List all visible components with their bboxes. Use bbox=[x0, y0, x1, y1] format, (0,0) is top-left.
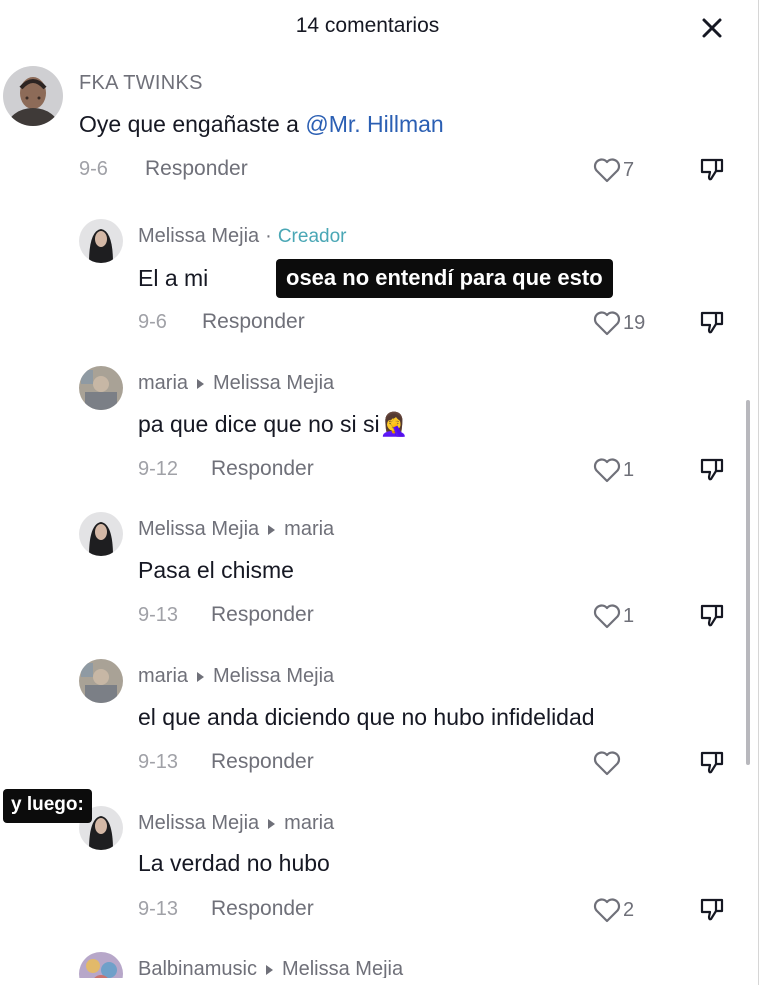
thumb-down-icon bbox=[700, 158, 724, 181]
comment-text: La verdad no hubo bbox=[138, 850, 330, 876]
reply-arrow-icon bbox=[197, 378, 205, 389]
username-label: Melissa Mejia bbox=[138, 812, 260, 834]
comment-username[interactable]: Melissa Mejia maria bbox=[138, 518, 334, 541]
video-caption-overlay-later: y luego: bbox=[3, 789, 92, 823]
comment-reply-item: Melissa Mejia maria Pasa el chisme 9-13 … bbox=[0, 508, 760, 638]
comment-text-body: Oye que engañaste a bbox=[79, 111, 306, 137]
reply-button[interactable]: Responder bbox=[211, 750, 314, 774]
thumb-down-icon bbox=[700, 458, 724, 481]
comment-date: 9-6 bbox=[138, 311, 167, 333]
like-button[interactable] bbox=[593, 750, 621, 776]
scrollbar[interactable] bbox=[746, 400, 750, 765]
like-count: 2 bbox=[623, 898, 635, 921]
comments-count-title: 14 comentarios bbox=[295, 14, 440, 37]
like-button[interactable]: 7 bbox=[593, 157, 634, 183]
comment-reply-item: maria Melissa Mejia pa que dice que no s… bbox=[0, 362, 760, 492]
comment-username[interactable]: Melissa Mejia · Creador bbox=[138, 225, 346, 248]
comment-username[interactable]: Melissa Mejia maria bbox=[138, 812, 334, 835]
comment-username[interactable]: maria Melissa Mejia bbox=[138, 372, 334, 395]
sheet-edge bbox=[758, 0, 768, 985]
reply-to-label: Melissa Mejia bbox=[213, 665, 335, 687]
reply-to-label: maria bbox=[284, 812, 335, 834]
like-count: 19 bbox=[623, 311, 646, 334]
thumb-down-icon bbox=[700, 311, 724, 334]
avatar[interactable] bbox=[79, 512, 123, 556]
like-count: 1 bbox=[623, 458, 635, 481]
video-caption-overlay: osea no entendí para que esto bbox=[276, 259, 613, 298]
reply-button[interactable]: Responder bbox=[211, 457, 314, 481]
dislike-button[interactable] bbox=[698, 602, 726, 635]
comment-text: El a mi bbox=[138, 265, 209, 291]
avatar[interactable] bbox=[79, 219, 123, 263]
comment-username[interactable]: FKA TWINKS bbox=[79, 72, 203, 95]
heart-outline-icon bbox=[593, 751, 621, 776]
dislike-button[interactable] bbox=[698, 896, 726, 929]
bottom-edge bbox=[0, 978, 760, 985]
reply-button[interactable]: Responder bbox=[202, 310, 305, 334]
comment-text-body: pa que dice que no si si bbox=[138, 411, 380, 437]
comment-text: el que anda diciendo que no hubo infidel… bbox=[138, 704, 595, 730]
comment-username[interactable]: maria Melissa Mejia bbox=[138, 665, 334, 688]
dislike-button[interactable] bbox=[698, 456, 726, 489]
comment-date: 9-13 bbox=[138, 898, 179, 920]
heart-outline-icon bbox=[593, 458, 621, 483]
comment-text: pa que dice que no si si🤦‍♀️ bbox=[138, 411, 408, 438]
username-label: maria bbox=[138, 665, 189, 687]
creator-badge: Creador bbox=[277, 225, 347, 247]
thumb-down-icon bbox=[700, 604, 724, 627]
like-button[interactable]: 1 bbox=[593, 603, 634, 629]
reply-arrow-icon bbox=[268, 818, 276, 829]
comment-reply-item: maria Melissa Mejia el que anda diciendo… bbox=[0, 655, 760, 785]
facepalm-emoji: 🤦‍♀️ bbox=[379, 411, 409, 437]
comment-date: 9-13 bbox=[138, 751, 179, 773]
avatar[interactable] bbox=[3, 66, 63, 126]
reply-to-label: Melissa Mejia bbox=[213, 372, 335, 394]
reply-to-label: maria bbox=[284, 518, 335, 540]
comment-reply-item: Melissa Mejia maria La verdad no hubo 9-… bbox=[0, 802, 760, 932]
dislike-button[interactable] bbox=[698, 749, 726, 782]
comment-text: Pasa el chisme bbox=[138, 557, 294, 583]
reply-arrow-icon bbox=[197, 671, 205, 682]
reply-button[interactable]: Responder bbox=[211, 897, 314, 921]
like-count: 1 bbox=[623, 604, 635, 627]
avatar[interactable] bbox=[79, 366, 123, 410]
reply-arrow-icon bbox=[265, 964, 273, 975]
thumb-down-icon bbox=[700, 898, 724, 921]
heart-outline-icon bbox=[593, 311, 621, 336]
like-button[interactable]: 19 bbox=[593, 310, 645, 336]
reply-button[interactable]: Responder bbox=[145, 157, 248, 181]
mention-link[interactable]: @Mr. Hillman bbox=[305, 111, 443, 137]
heart-outline-icon bbox=[593, 604, 621, 629]
username-label: Melissa Mejia bbox=[138, 225, 260, 247]
username-label: Melissa Mejia bbox=[138, 518, 260, 540]
comment-text: Oye que engañaste a @Mr. Hillman bbox=[79, 111, 444, 138]
comments-sheet: 14 comentarios FKA TWINKS Oye que engaña… bbox=[0, 0, 760, 985]
comment-date: 9-12 bbox=[138, 458, 179, 480]
separator-dot: · bbox=[265, 225, 272, 247]
avatar[interactable] bbox=[79, 659, 123, 703]
close-icon bbox=[702, 18, 722, 38]
heart-outline-icon bbox=[593, 158, 621, 183]
comment-item: FKA TWINKS Oye que engañaste a @Mr. Hill… bbox=[0, 60, 760, 190]
like-button[interactable]: 2 bbox=[593, 897, 634, 923]
comment-date: 9-6 bbox=[79, 158, 108, 180]
dislike-button[interactable] bbox=[698, 156, 726, 189]
reply-button[interactable]: Responder bbox=[211, 603, 314, 627]
comment-date: 9-13 bbox=[138, 604, 179, 626]
dislike-button[interactable] bbox=[698, 309, 726, 342]
close-button[interactable] bbox=[694, 10, 730, 46]
username-label: FKA TWINKS bbox=[79, 72, 203, 94]
thumb-down-icon bbox=[700, 751, 724, 774]
heart-outline-icon bbox=[593, 898, 621, 923]
like-button[interactable]: 1 bbox=[593, 457, 634, 483]
username-label: maria bbox=[138, 372, 189, 394]
reply-arrow-icon bbox=[268, 524, 276, 535]
like-count: 7 bbox=[623, 158, 635, 181]
